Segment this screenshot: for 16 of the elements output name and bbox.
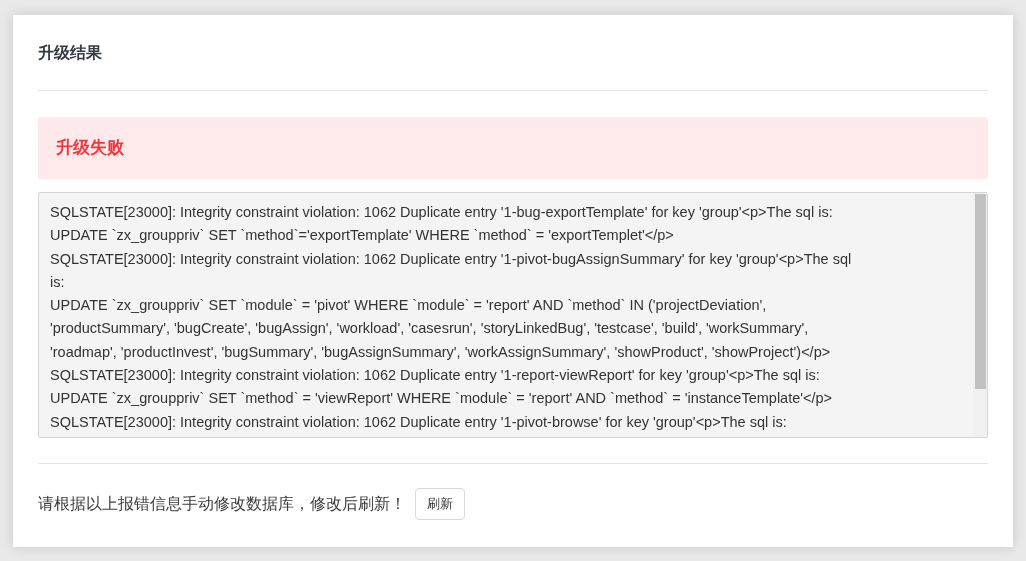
- panel-title: 升级结果: [38, 42, 102, 63]
- refresh-button[interactable]: 刷新: [415, 488, 465, 520]
- log-line: UPDATE `zx_grouppriv` SET `method` = 'viewReport' WHERE `module` = 'report' AND `method` = 'instanceTemplate'</p>: [50, 389, 833, 409]
- log-line: SQLSTATE[23000]: Integrity constraint violation: 1062 Duplicate entry '1-bug-exportTemplate' for key 'group'<p>The sql is:: [50, 203, 833, 222]
- log-line: UPDATE `zx_grouppriv` SET `method`='exportTemplate' WHERE `method` = 'exportTemplet'</p>: [50, 226, 674, 246]
- alert-message: 升级失败: [56, 137, 124, 160]
- instruction-text: 请根据以上报错信息手动修改数据库，修改后刷新！: [38, 494, 406, 514]
- log-line: 'roadmap', 'productInvest', 'bugSummary', 'bugAssignSummary', 'workAssignSummary', 'showProduct', 'showProject')</p>: [50, 342, 831, 362]
- log-line: UPDATE `zx_grouppriv` SET `module` = 'pivot' WHERE `module` = 'report' AND `method` IN ('projectDeviation',: [50, 296, 767, 316]
- log-line: 'productSummary', 'bugCreate', 'bugAssign', 'workload', 'casesrun', 'storyLinkedBug', 'testcase', 'build', 'workSummary',: [50, 319, 809, 339]
- log-line: SQLSTATE[23000]: Integrity constraint violation: 1062 Duplicate entry '1-pivot-browse' for key 'group'<p>The sql is:: [50, 412, 787, 432]
- error-log-field[interactable]: [38, 192, 988, 438]
- log-line: SQLSTATE[23000]: Integrity constraint violation: 1062 Duplicate entry '1-pivot-bugAssignSummary' for key 'group'<p>The sql: [50, 249, 852, 269]
- scrollbar[interactable]: [973, 193, 987, 437]
- log-line: SQLSTATE[23000]: Integrity constraint violation: 1062 Duplicate entry '1-report-viewReport' for key 'group'<p>The sql is:: [50, 366, 820, 386]
- log-line: is:: [50, 272, 65, 292]
